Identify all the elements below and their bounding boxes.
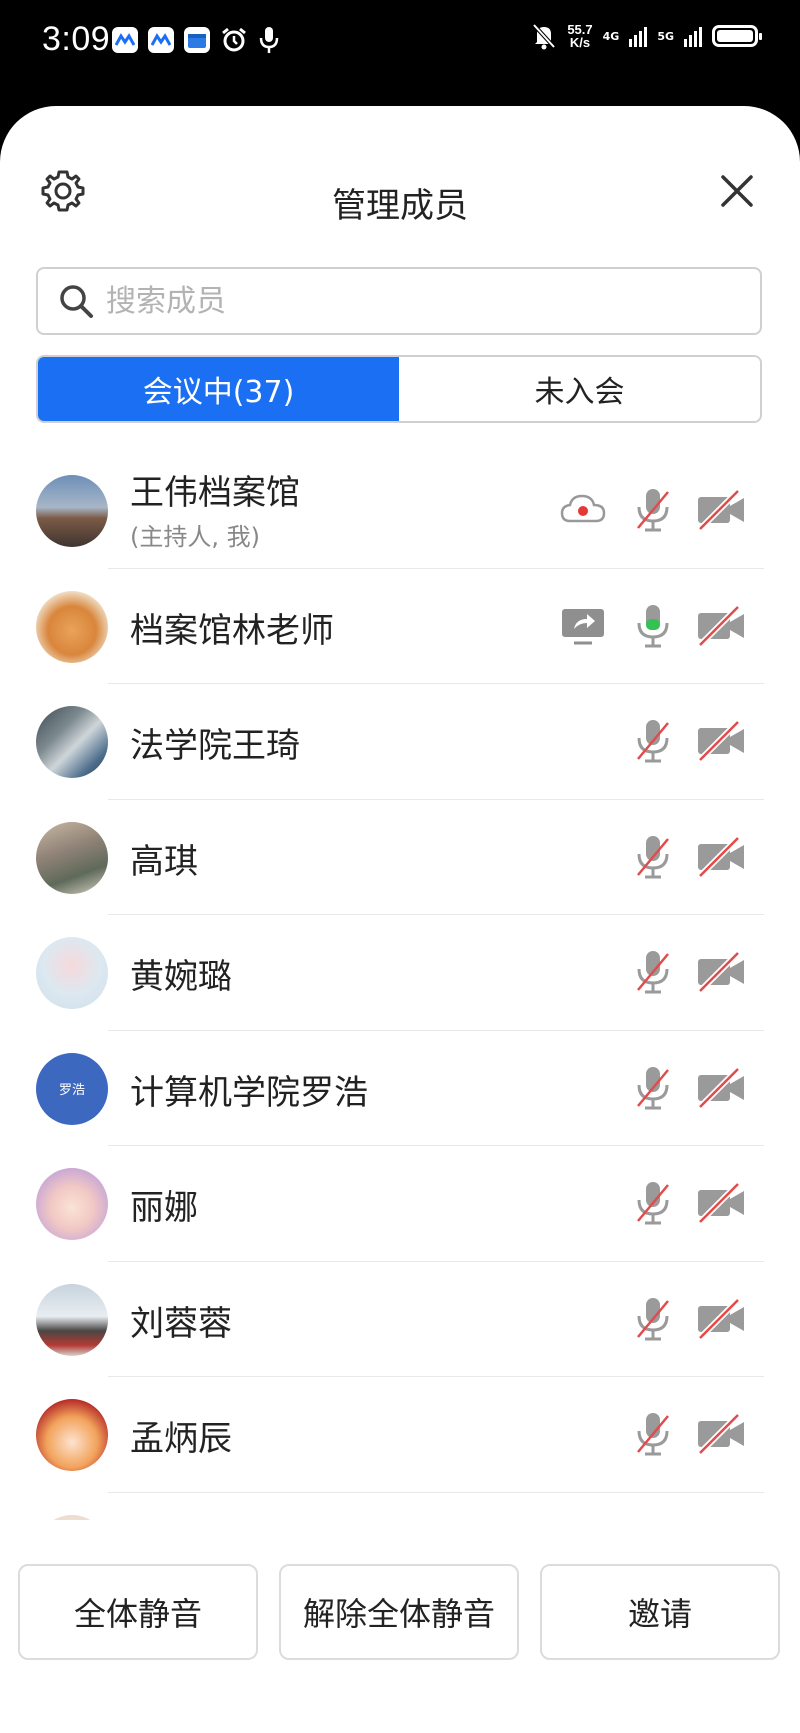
camera-off-icon[interactable] [694,716,748,766]
unmute-all-button[interactable]: 解除全体静音 [279,1564,519,1660]
list-item[interactable]: 刘蓉蓉 [0,1262,800,1377]
calendar-app-icon [184,27,210,53]
status-bar: 3:09 55.7 K/s 4G 5G [0,0,800,100]
avatar [36,706,108,778]
member-name: 高琪 [130,841,198,882]
camera-off-icon[interactable] [694,1063,748,1113]
screen-share-icon [562,608,604,644]
camera-off-icon[interactable] [694,1409,748,1459]
network-type-2: 5G [657,29,674,43]
avatar [36,1168,108,1240]
member-name: 刘蓉蓉 [130,1303,232,1344]
mic-muted-icon[interactable] [626,1178,680,1228]
mic-muted-icon[interactable] [626,1294,680,1344]
member-name: 王伟档案馆 [130,473,300,513]
tab-not-joined[interactable]: 未入会 [399,357,760,421]
signal-strength-icon [629,25,648,47]
avatar [36,821,108,894]
meeting-app-icon [148,27,174,53]
member-role: (主持人, 我) [130,523,260,551]
cloud-record-icon [560,494,606,523]
mic-muted-icon[interactable] [626,947,680,997]
footer-actions: 全体静音 解除全体静音 邀请 [0,1520,800,1733]
list-item[interactable]: 黄婉璐 [0,915,800,1031]
member-name: 档案馆林老师 [130,610,334,651]
mic-muted-icon[interactable] [626,716,680,766]
list-item[interactable]: 王伟档案馆 (主持人, 我) [0,453,800,569]
network-type-1: 4G [602,29,620,43]
member-name: 黄婉璐 [130,957,232,997]
close-icon[interactable] [720,174,754,208]
avatar [36,1399,108,1471]
search-input[interactable] [104,282,708,320]
notification-icons [112,26,280,54]
camera-off-icon[interactable] [694,832,748,882]
mic-muted-icon[interactable] [626,485,680,535]
list-item[interactable]: 孟炳辰 [0,1377,800,1493]
list-item[interactable]: 罗浩 计算机学院罗浩 [0,1031,800,1146]
bell-off-icon [532,23,556,50]
list-item[interactable]: 高琪 [0,800,800,915]
battery-icon [712,25,762,47]
tab-in-meeting[interactable]: 会议中(37) [38,357,399,421]
invite-button[interactable]: 邀请 [540,1564,780,1660]
avatar [36,590,108,663]
network-speed-unit: K/s [569,35,591,50]
member-list: 王伟档案馆 (主持人, 我) 档案馆林老师 法学院王琦 高琪 黄婉璐 罗浩 计算… [0,453,800,1626]
mic-muted-icon[interactable] [626,832,680,882]
camera-off-icon[interactable] [694,1294,748,1344]
search-icon [60,285,93,318]
mic-on-icon[interactable] [626,601,680,651]
member-name: 法学院王琦 [130,726,300,766]
microphone-status-icon [259,27,279,53]
status-time: 3:09 [42,20,111,58]
avatar [36,937,108,1009]
list-item[interactable]: 丽娜 [0,1146,800,1262]
network-speed: 55.7 K/s [567,23,592,49]
member-name: 孟炳辰 [130,1419,232,1459]
camera-off-icon[interactable] [694,1178,748,1228]
signal-strength-icon [684,25,702,47]
avatar: 罗浩 [36,1052,108,1125]
mute-all-button[interactable]: 全体静音 [18,1564,258,1660]
list-item[interactable]: 档案馆林老师 [0,569,800,684]
sheet-header: 管理成员 [0,106,800,286]
camera-off-icon[interactable] [694,601,748,651]
avatar [36,475,108,547]
camera-off-icon[interactable] [694,947,748,997]
mic-muted-icon[interactable] [626,1063,680,1113]
camera-off-icon[interactable] [694,485,748,535]
member-name: 计算机学院罗浩 [130,1072,368,1113]
status-right: 55.7 K/s 4G 5G [531,22,762,50]
member-name: 丽娜 [130,1188,198,1228]
alarm-icon [222,27,246,52]
list-item[interactable]: 法学院王琦 [0,684,800,800]
page-title: 管理成员 [332,186,468,226]
member-tabs: 会议中(37) 未入会 [36,355,762,423]
avatar [36,1283,108,1356]
search-box[interactable] [36,267,762,335]
meeting-app-icon [112,27,138,53]
manage-members-sheet: 管理成员 会议中(37) 未入会 王伟档案馆 (主持人, 我) [0,106,800,1733]
mic-muted-icon[interactable] [626,1409,680,1459]
